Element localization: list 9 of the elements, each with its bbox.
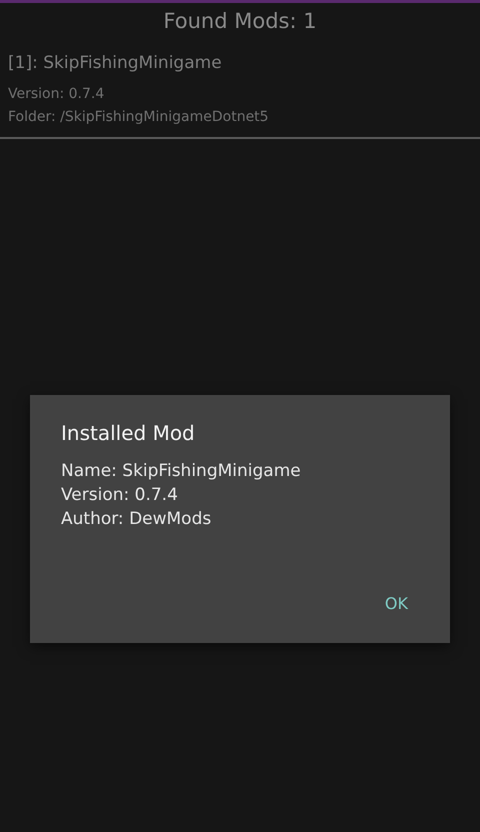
mod-version: Version: 0.7.4 (8, 85, 106, 104)
dialog-text: Author: DewMods (61, 508, 212, 531)
ok-button[interactable]: OK (366, 582, 426, 625)
dialog-text: Name: SkipFishingMinigame (61, 460, 302, 483)
mod-folder: Folder: /SkipFishingMinigameDotnet5 (8, 108, 270, 127)
dialog-title: Installed Mod (61, 421, 196, 445)
found-mods-title: Found Mods: 1 (162, 8, 318, 35)
mod-title[interactable]: [1]: SkipFishingMinigame (8, 53, 472, 73)
dialog-text: Version: 0.7.4 (61, 484, 179, 507)
